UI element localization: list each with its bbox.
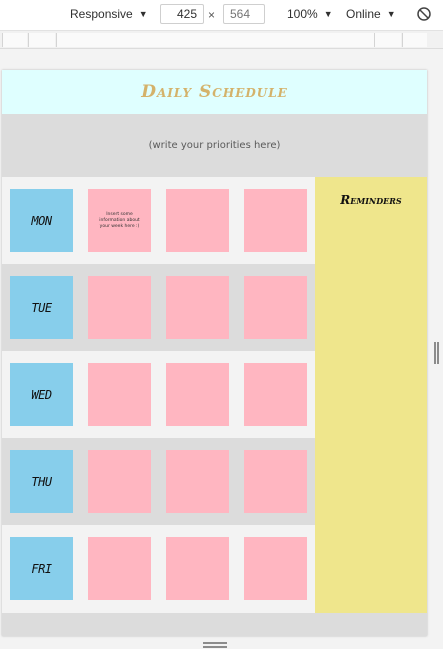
schedule-row-fri: FRI [2, 525, 315, 612]
task-box[interactable] [166, 537, 229, 600]
zoom-select[interactable]: 100% ▼ [287, 7, 333, 21]
day-label-mon: MON [10, 189, 73, 252]
schedule-row-wed: WED [2, 351, 315, 438]
network-select-label: Online [346, 7, 381, 21]
task-box[interactable] [166, 450, 229, 513]
task-box[interactable] [166, 276, 229, 339]
schedule-row-thu: THU [2, 438, 315, 525]
task-box[interactable] [244, 189, 307, 252]
task-box[interactable] [88, 363, 151, 426]
device-select[interactable]: Responsive ▼ [70, 7, 148, 21]
task-box[interactable] [88, 537, 151, 600]
task-box[interactable] [166, 189, 229, 252]
task-box[interactable] [244, 537, 307, 600]
viewport-height-input[interactable] [223, 4, 265, 24]
schedule-row-tue: TUE [2, 264, 315, 351]
device-select-label: Responsive [70, 7, 133, 21]
task-box[interactable] [166, 363, 229, 426]
reminders-title: Reminders [340, 193, 402, 207]
day-label-tue: TUE [10, 276, 73, 339]
priorities-section: (write your priorities here) [2, 114, 427, 177]
chevron-down-icon: ▼ [323, 9, 333, 19]
priorities-text[interactable]: (write your priorities here) [149, 140, 281, 151]
disable-cache-icon[interactable] [416, 6, 432, 22]
day-label-fri: FRI [10, 537, 73, 600]
media-query-ruler[interactable] [0, 31, 443, 49]
task-box[interactable] [88, 450, 151, 513]
page-viewport: Daily Schedule (write your priorities he… [2, 70, 427, 636]
page-title: Daily Schedule [141, 82, 288, 102]
zoom-select-label: 100% [287, 7, 318, 21]
schedule-row-mon: MON Insert some information about your w… [2, 177, 315, 264]
reminders-panel[interactable]: Reminders [315, 177, 427, 613]
chevron-down-icon: ▼ [138, 9, 148, 19]
network-throttle-select[interactable]: Online ▼ [346, 7, 396, 21]
viewport-width-input[interactable] [160, 4, 204, 24]
task-box[interactable]: Insert some information about your week … [88, 189, 151, 252]
day-label-wed: WED [10, 363, 73, 426]
resize-handle-bottom[interactable] [203, 642, 227, 648]
resize-handle-right[interactable] [434, 342, 439, 364]
task-box[interactable] [244, 276, 307, 339]
day-label-thu: THU [10, 450, 73, 513]
schedule-grid: MON Insert some information about your w… [2, 177, 315, 613]
page-header: Daily Schedule [2, 70, 427, 114]
devtools-device-toolbar: Responsive ▼ × 100% ▼ Online ▼ [0, 0, 443, 31]
task-box[interactable] [88, 276, 151, 339]
task-note: Insert some information about your week … [99, 211, 140, 229]
times-icon: × [208, 8, 216, 22]
task-box[interactable] [244, 363, 307, 426]
chevron-down-icon: ▼ [386, 9, 396, 19]
page-footer [2, 613, 427, 636]
task-box[interactable] [244, 450, 307, 513]
